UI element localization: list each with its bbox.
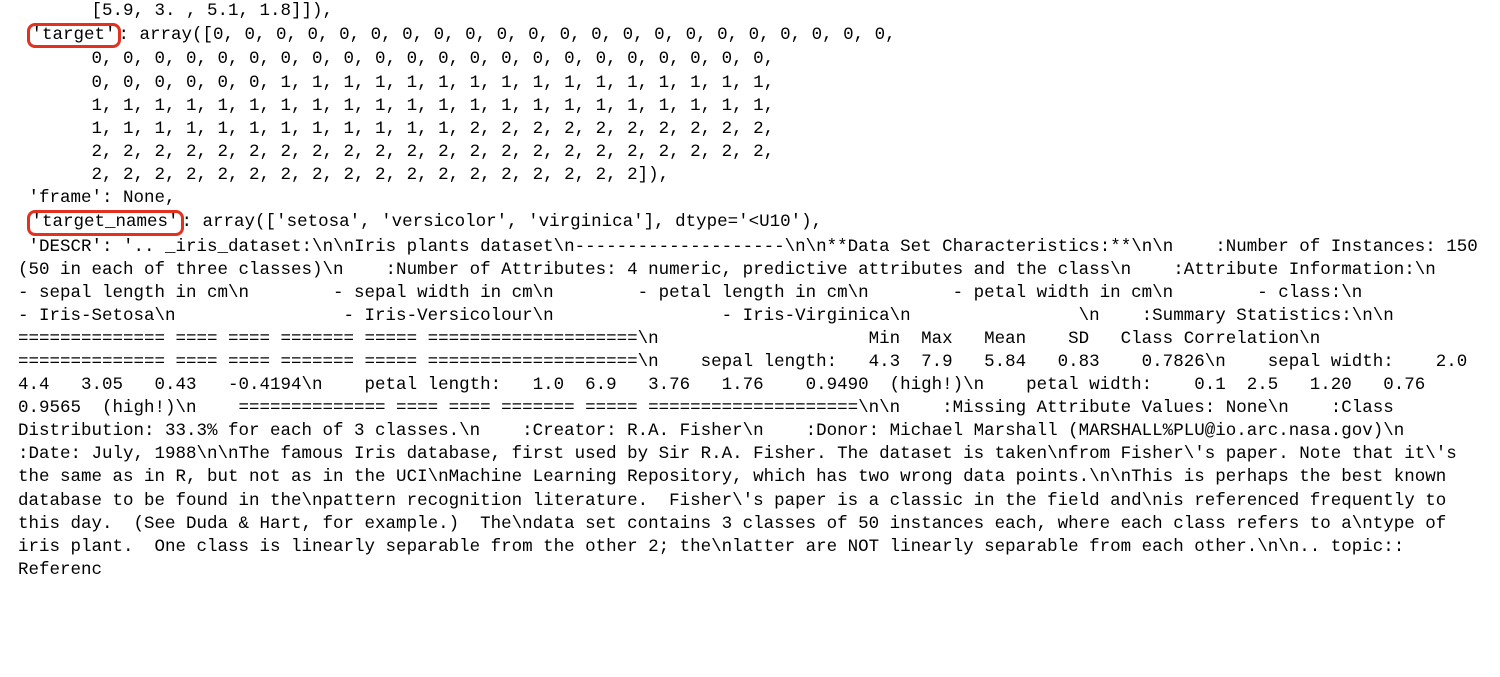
line-0: [5.9, 3. , 5.1, 1.8]]),	[18, 1, 333, 21]
highlight-target-names: 'target_names'	[27, 210, 184, 235]
line-1-rest: : array([0, 0, 0, 0, 0, 0, 0, 0, 0, 0, 0…	[119, 25, 896, 45]
line-4: 1, 1, 1, 1, 1, 1, 1, 1, 1, 1, 1, 1, 1, 1…	[18, 96, 774, 116]
line-9-rest: : array(['setosa', 'versicolor', 'virgin…	[182, 212, 823, 232]
line-8: 'frame': None,	[18, 188, 176, 208]
line-descr: 'DESCR': '.. _iris_dataset:\n\nIris plan…	[18, 237, 1500, 580]
line-3: 0, 0, 0, 0, 0, 0, 1, 1, 1, 1, 1, 1, 1, 1…	[18, 73, 774, 93]
line-2: 0, 0, 0, 0, 0, 0, 0, 0, 0, 0, 0, 0, 0, 0…	[18, 49, 774, 69]
line-5: 1, 1, 1, 1, 1, 1, 1, 1, 1, 1, 1, 1, 2, 2…	[18, 119, 774, 139]
highlight-target: 'target'	[27, 23, 121, 48]
line-6: 2, 2, 2, 2, 2, 2, 2, 2, 2, 2, 2, 2, 2, 2…	[18, 142, 774, 162]
line-7: 2, 2, 2, 2, 2, 2, 2, 2, 2, 2, 2, 2, 2, 2…	[18, 165, 669, 185]
code-output: [5.9, 3. , 5.1, 1.8]]), 'target': array(…	[0, 0, 1500, 582]
